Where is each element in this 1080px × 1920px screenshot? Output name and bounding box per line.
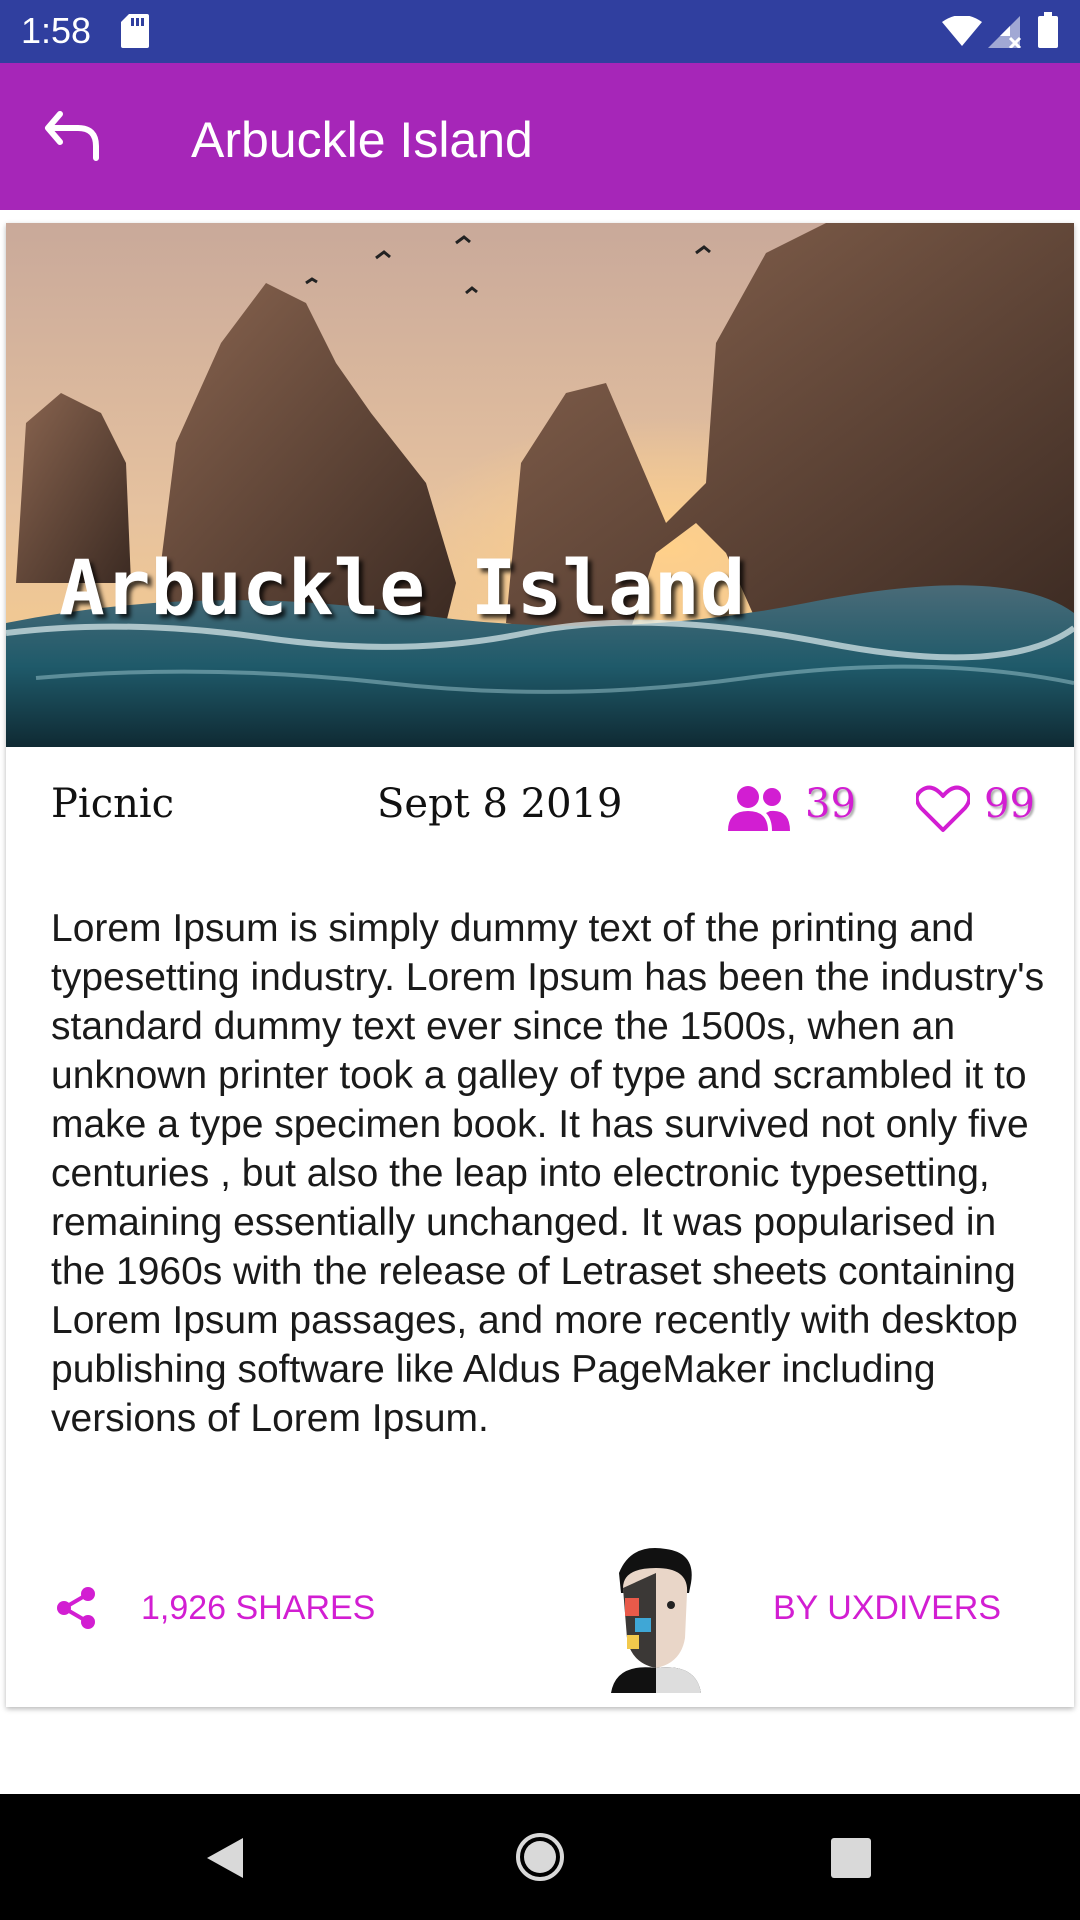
hero-title: Arbuckle Island [59, 543, 746, 632]
avatar [591, 1543, 721, 1693]
event-description: Lorem Ipsum is simply dummy text of the … [51, 907, 1045, 1440]
app-bar: Arbuckle Island [0, 63, 1080, 210]
page-title: Arbuckle Island [191, 112, 533, 168]
share-icon[interactable] [56, 1587, 96, 1634]
event-date: Sept 8 2019 [377, 781, 623, 827]
author-label[interactable]: BY UXDIVERS [773, 1589, 1001, 1628]
hero-image: Arbuckle Island [6, 223, 1074, 747]
meta-row: Picnic Sept 8 2019 39 99 [6, 747, 1074, 857]
back-arrow-icon [44, 111, 104, 168]
back-triangle-icon[interactable] [205, 1836, 245, 1885]
status-time: 1:58 [21, 10, 92, 51]
shares-count[interactable]: 1,926 SHARES [141, 1589, 375, 1628]
likes-count: 99 [984, 781, 1035, 827]
wifi-icon [942, 15, 982, 51]
navigation-bar [0, 1794, 1080, 1920]
card-footer: 1,926 SHARES BY UXDIVERS [6, 1533, 1074, 1693]
battery-icon [1038, 12, 1058, 53]
status-bar: 1:58 [0, 0, 1080, 63]
recents-square-icon[interactable] [831, 1838, 871, 1883]
back-button[interactable] [44, 108, 116, 168]
heart-icon[interactable] [914, 785, 972, 838]
sd-card-icon [121, 14, 149, 53]
attendees-count: 39 [805, 781, 856, 827]
event-card[interactable]: Arbuckle Island Picnic Sept 8 2019 39 99… [6, 223, 1074, 1707]
signal-icon [988, 16, 1022, 53]
home-circle-icon[interactable] [515, 1832, 565, 1887]
people-icon [728, 785, 790, 836]
event-category: Picnic [51, 781, 175, 827]
